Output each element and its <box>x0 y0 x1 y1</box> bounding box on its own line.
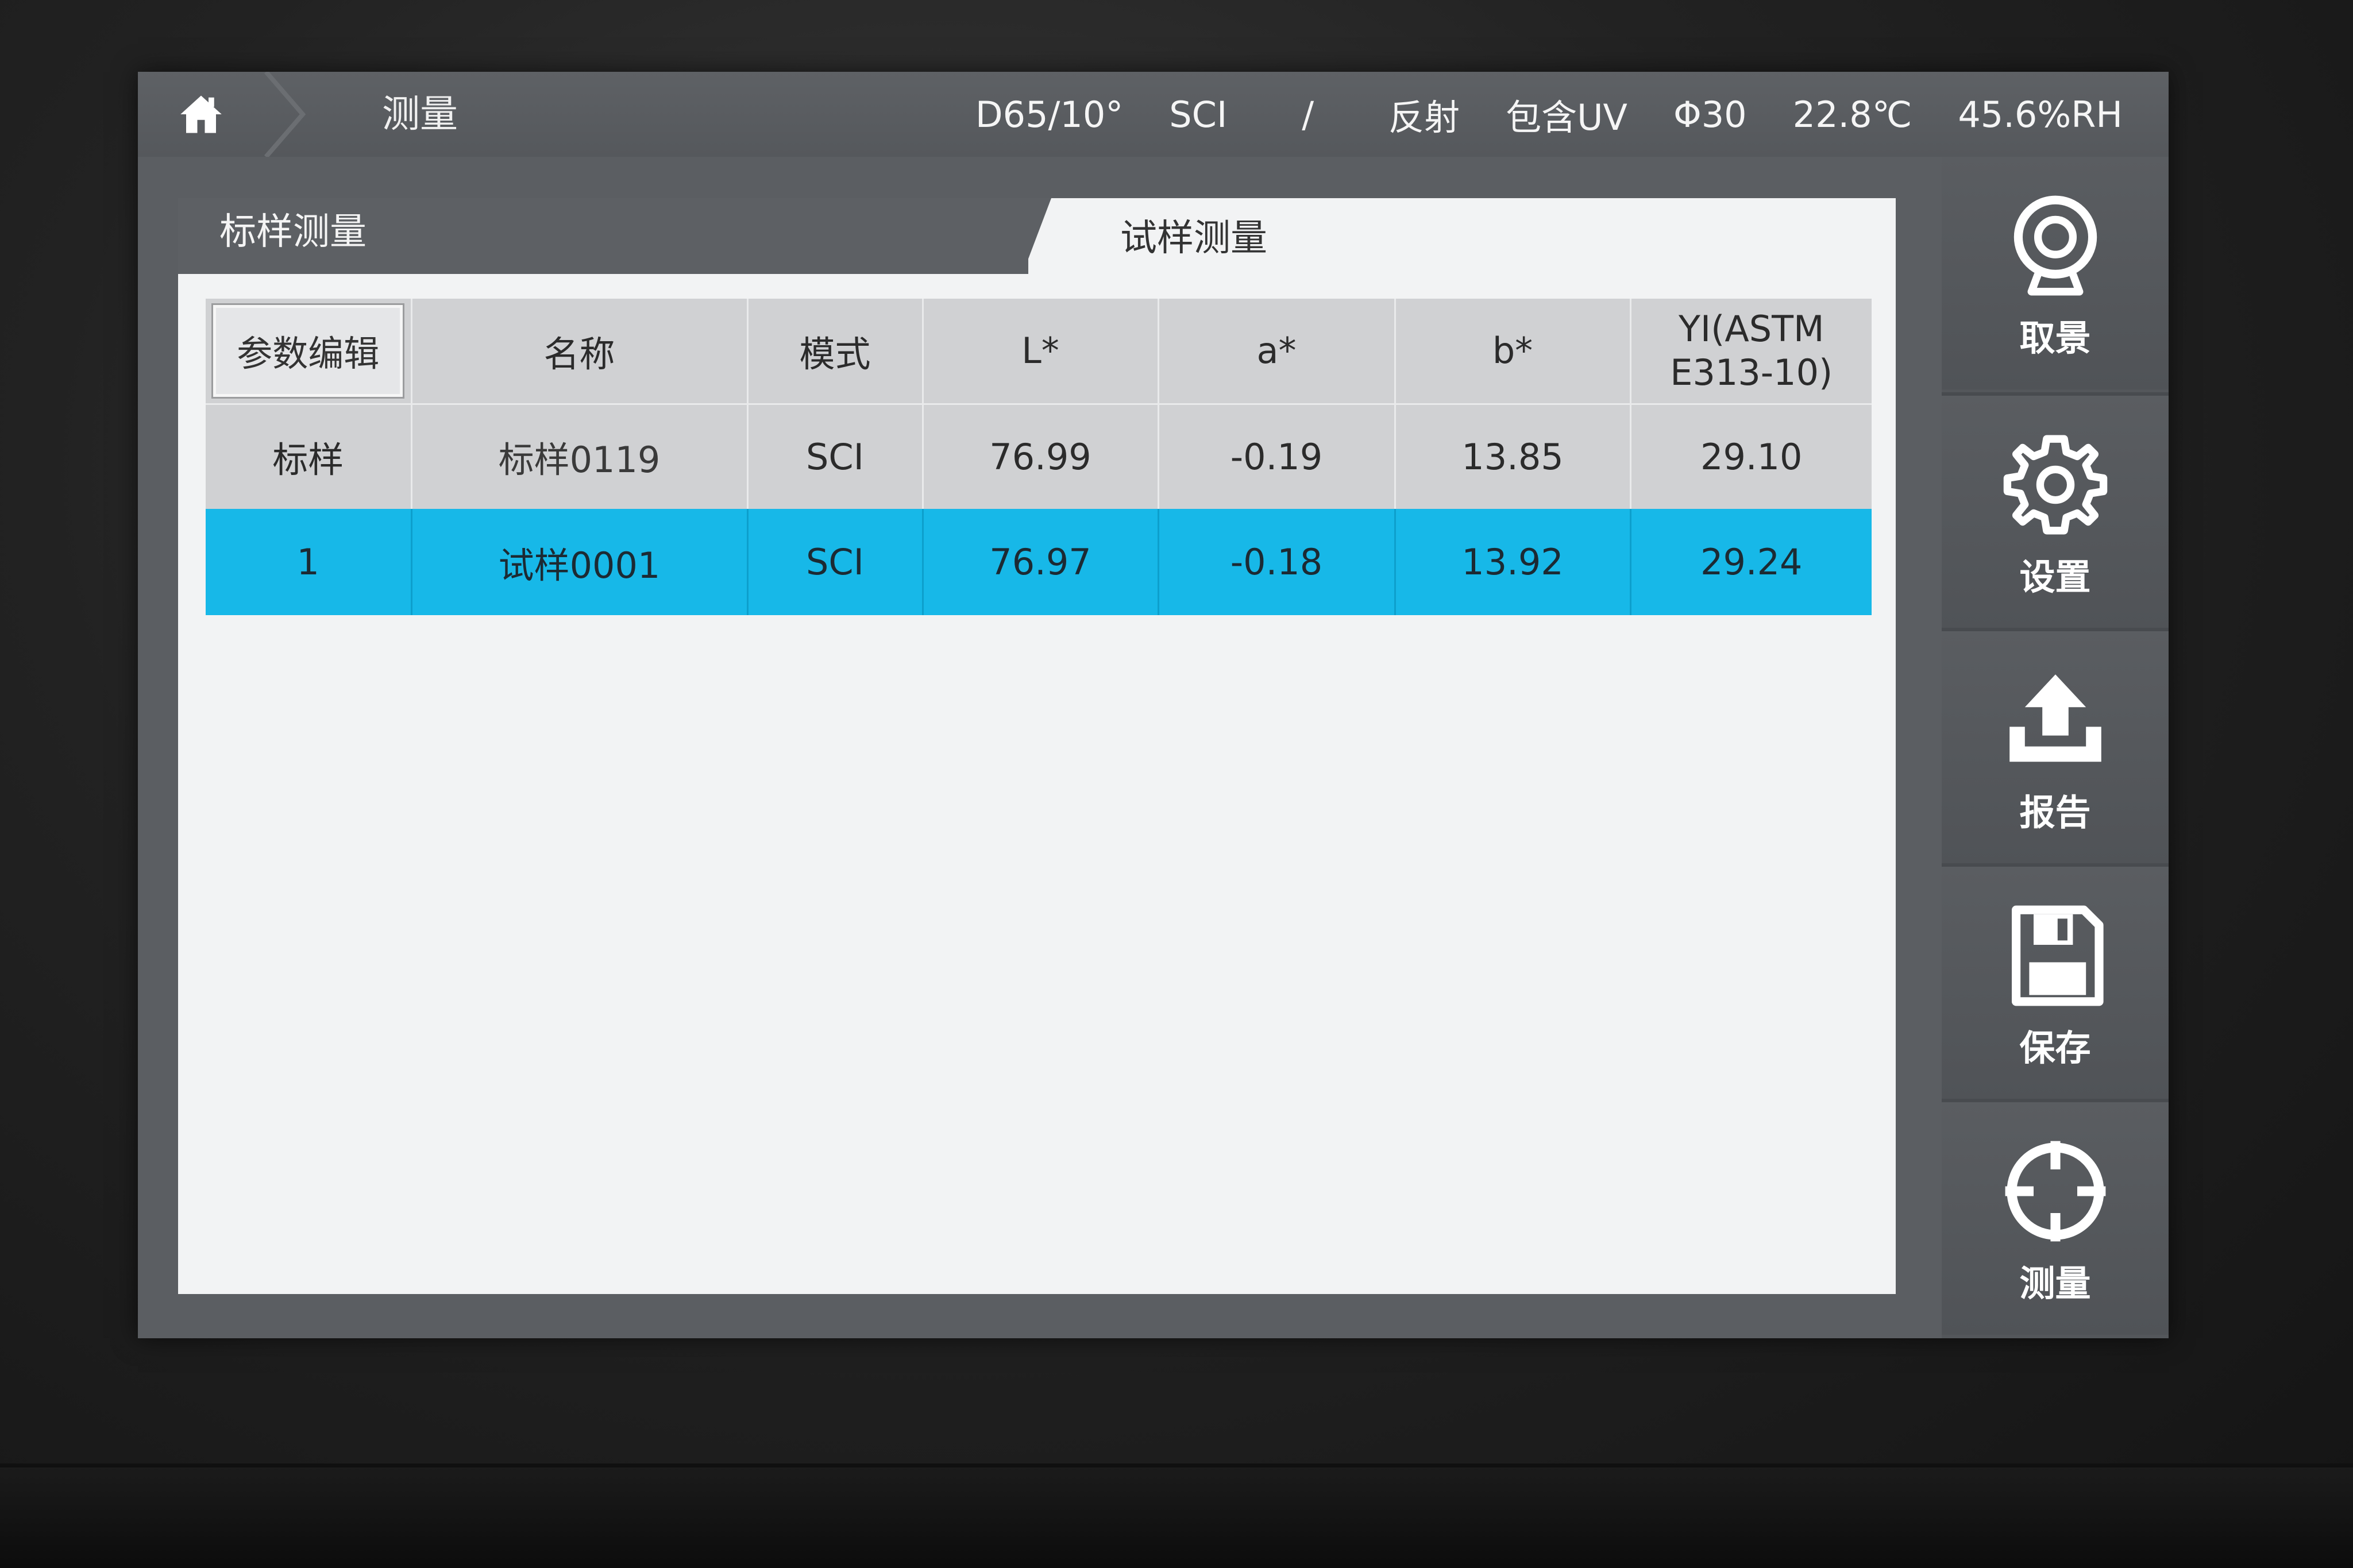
upload-icon <box>2009 674 2101 762</box>
column-header-name: 名称 <box>411 299 749 404</box>
device-screen: 测量 D65/10° SCI / 反射 包含UV Φ30 22.8℃ 45.6%… <box>138 70 2169 1338</box>
row-name: 试样0001 <box>411 509 749 615</box>
capture-button[interactable]: 取景 <box>1942 157 2169 389</box>
results-table-container: 参数编辑 名称 模式 L* a* b* YI(ASTM E313-10) 标样 … <box>206 299 1872 615</box>
measurement-panel: 标样测量 试样测量 参数编辑 名称 模式 L* a* b* YI(ASTM E3… <box>178 198 1896 1294</box>
edit-params-button[interactable]: 参数编辑 <box>213 304 403 397</box>
camera-icon <box>2013 195 2097 296</box>
capture-label: 取景 <box>2019 317 2091 359</box>
humidity-readout: 45.6%RH <box>1958 93 2123 136</box>
measurement-conditions: D65/10° SCI / 反射 包含UV Φ30 22.8℃ 45.6%RH <box>929 72 2123 157</box>
yi-header-line2: E313-10) <box>1670 351 1833 393</box>
column-header-yi: YI(ASTM E313-10) <box>1630 299 1872 404</box>
breadcrumb: 测量 <box>382 92 458 136</box>
action-sidebar: 取景 设置 报告 保存 测量 <box>1942 157 2169 1338</box>
breadcrumb-separator <box>261 70 307 159</box>
measure-label: 测量 <box>2019 1262 2091 1304</box>
tab-trial-measure[interactable]: 试样测量 <box>1069 198 1267 274</box>
column-header-b: b* <box>1395 299 1631 404</box>
measure-button[interactable]: 测量 <box>1942 1099 2169 1335</box>
save-label: 保存 <box>2019 1027 2091 1069</box>
row-a-value: -0.19 <box>1158 404 1396 509</box>
temperature-readout: 22.8℃ <box>1792 93 1912 136</box>
row-index: 标样 <box>206 404 412 509</box>
column-header-a: a* <box>1158 299 1396 404</box>
row-mode: SCI <box>747 509 924 615</box>
column-header-l: L* <box>923 299 1159 404</box>
row-l-value: 76.97 <box>923 509 1159 615</box>
status-bar: 测量 D65/10° SCI / 反射 包含UV Φ30 22.8℃ 45.6%… <box>138 70 2169 159</box>
column-header-mode: 模式 <box>747 299 924 404</box>
report-label: 报告 <box>2019 791 2091 833</box>
device-bezel <box>0 1467 2353 1568</box>
report-button[interactable]: 报告 <box>1942 628 2169 864</box>
row-a-value: -0.18 <box>1158 509 1396 615</box>
measure-mode: 反射 <box>1388 96 1460 138</box>
home-icon <box>180 95 222 133</box>
row-mode: SCI <box>747 404 924 509</box>
edit-cell: 参数编辑 <box>206 299 412 404</box>
status-separator: / <box>1302 93 1314 136</box>
crosshair-icon <box>2005 1141 2105 1242</box>
tab-divider <box>1005 198 1074 274</box>
table-header-row: 参数编辑 名称 模式 L* a* b* YI(ASTM E313-10) <box>206 299 1872 404</box>
row-yi-value: 29.10 <box>1700 435 1803 478</box>
row-yi-value: 29.24 <box>1700 541 1803 583</box>
tab-standard-measure[interactable]: 标样测量 <box>178 198 1028 274</box>
settings-label: 设置 <box>2019 556 2091 598</box>
illuminant-observer: D65/10° <box>975 93 1124 136</box>
aperture-size: Φ30 <box>1673 93 1747 136</box>
row-b-value: 13.85 <box>1395 404 1631 509</box>
specular-mode: SCI <box>1169 93 1228 136</box>
settings-button[interactable]: 设置 <box>1942 392 2169 628</box>
row-l-value: 76.99 <box>923 404 1159 509</box>
uv-setting: 包含UV <box>1506 96 1627 138</box>
table-row-sample-selected[interactable]: 1 试样0001 SCI 76.97 -0.18 13.92 29.24 <box>206 509 1872 615</box>
floppy-icon <box>2011 905 2104 1006</box>
table-row-standard[interactable]: 标样 标样0119 SCI 76.99 -0.19 13.85 29.10 <box>206 404 1872 509</box>
row-name: 标样0119 <box>411 404 749 509</box>
yi-header-line1: YI(ASTM <box>1679 307 1824 350</box>
row-b-value: 13.92 <box>1395 509 1631 615</box>
row-index: 1 <box>206 509 412 615</box>
gear-icon <box>2003 435 2107 535</box>
tab-bar: 标样测量 试样测量 <box>178 198 1896 274</box>
results-table: 参数编辑 名称 模式 L* a* b* YI(ASTM E313-10) 标样 … <box>206 299 1872 615</box>
save-button[interactable]: 保存 <box>1942 863 2169 1099</box>
